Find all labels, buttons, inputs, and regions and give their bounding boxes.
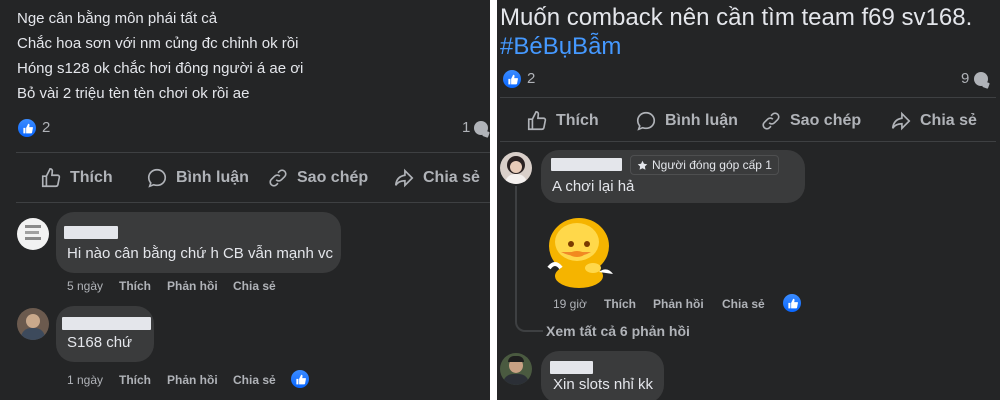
comment-button[interactable]: Bình luận [146, 167, 249, 189]
like-button[interactable]: Thích [526, 110, 599, 132]
comment-icon [147, 168, 167, 188]
comment-text: S168 chứ [67, 334, 133, 351]
comment-time[interactable]: 5 ngày [67, 279, 103, 293]
share-label: Chia sẻ [423, 169, 480, 186]
comment-bubble-icon [474, 121, 488, 135]
comment-share-link[interactable]: Chia sẻ [233, 373, 276, 387]
copy-button[interactable]: Sao chép [267, 167, 368, 189]
like-label: Thích [556, 112, 599, 129]
share-button[interactable]: Chia sẻ [393, 167, 480, 189]
post-text-line: Bỏ vài 2 triệu tèn tèn chơi ok rồi ae [17, 85, 250, 102]
comment-share-link[interactable]: Chia sẻ [722, 297, 765, 311]
link-icon [269, 169, 287, 187]
post-text-line: Hóng s128 ok chắc hơi đông người á ae ơi [17, 60, 304, 77]
comment-bubble-icon [974, 72, 988, 86]
comment-button[interactable]: Bình luận [635, 110, 738, 132]
comment-count[interactable]: 1 [462, 119, 470, 136]
duck-sticker[interactable] [541, 212, 623, 290]
post-text-line: Chắc hoa sơn với nm củng đc chỉnh ok rồi [17, 35, 299, 52]
left-post-panel: Nge cân bằng môn phái tất cả Chắc hoa sơ… [0, 0, 490, 400]
contributor-badge: Người đóng góp cấp 1 [630, 155, 779, 175]
post-text-line: Nge cân bằng môn phái tất cả [17, 10, 218, 27]
comment-reply-link[interactable]: Phản hồi [167, 373, 218, 387]
comment-like-link[interactable]: Thích [604, 297, 636, 311]
avatar[interactable] [500, 152, 532, 184]
reply-thread-line [515, 186, 543, 332]
like-reaction-icon[interactable] [291, 370, 309, 388]
comment-count[interactable]: 9 [961, 70, 969, 87]
divider [500, 97, 996, 98]
like-reaction-icon[interactable] [783, 294, 801, 312]
avatar[interactable] [17, 218, 49, 250]
reaction-count[interactable]: 2 [527, 70, 535, 87]
share-button[interactable]: Chia sẻ [890, 110, 977, 132]
redacted-author-name[interactable] [62, 317, 151, 330]
comment-share-link[interactable]: Chia sẻ [233, 279, 276, 293]
hashtag-link[interactable]: #BéBụBẫm [500, 31, 621, 62]
like-label: Thích [70, 169, 113, 186]
divider [16, 152, 490, 153]
view-all-replies-link[interactable]: Xem tất cả 6 phản hồi [546, 323, 690, 339]
comment-text: Hi nào cân bằng chứ h CB vẫn mạnh vc [67, 245, 334, 262]
comment-reply-link[interactable]: Phản hồi [653, 297, 704, 311]
divider [16, 202, 490, 203]
avatar[interactable] [500, 353, 532, 385]
comment-like-link[interactable]: Thích [119, 279, 151, 293]
like-reaction-icon[interactable] [503, 70, 521, 88]
copy-label: Sao chép [790, 112, 862, 129]
comment-label: Bình luận [665, 112, 738, 129]
redacted-author-name[interactable] [550, 361, 593, 374]
divider [500, 141, 996, 142]
redacted-author-name[interactable] [551, 158, 622, 171]
comment-time[interactable]: 1 ngày [67, 373, 103, 387]
copy-button[interactable]: Sao chép [760, 110, 861, 132]
badge-label: Người đóng góp cấp 1 [652, 158, 772, 172]
thumbs-up-icon [527, 111, 547, 131]
comment-bubble [56, 212, 341, 273]
comment-time[interactable]: 19 giờ [553, 297, 587, 311]
thumbs-up-icon [41, 168, 61, 188]
share-icon [891, 111, 911, 131]
comment-text: A chơi lại hả [552, 178, 635, 195]
comment-reply-link[interactable]: Phản hồi [167, 279, 218, 293]
share-icon [394, 168, 414, 188]
avatar[interactable] [17, 308, 49, 340]
share-label: Chia sẻ [920, 112, 977, 129]
comment-label: Bình luận [176, 169, 249, 186]
redacted-author-name[interactable] [64, 226, 118, 239]
like-button[interactable]: Thích [40, 167, 113, 189]
reaction-count[interactable]: 2 [42, 119, 50, 136]
comment-icon [636, 111, 656, 131]
right-post-panel: Muốn comback nên cần tìm team f69 sv168.… [497, 0, 1000, 400]
star-icon [637, 160, 648, 170]
post-text-line: Muốn comback nên cần tìm team f69 sv168. [500, 4, 973, 31]
comment-like-link[interactable]: Thích [119, 373, 151, 387]
link-icon [762, 112, 780, 130]
like-reaction-icon[interactable] [18, 119, 36, 137]
comment-text: Xin slots nhỉ kk [553, 376, 654, 393]
copy-label: Sao chép [297, 169, 369, 186]
